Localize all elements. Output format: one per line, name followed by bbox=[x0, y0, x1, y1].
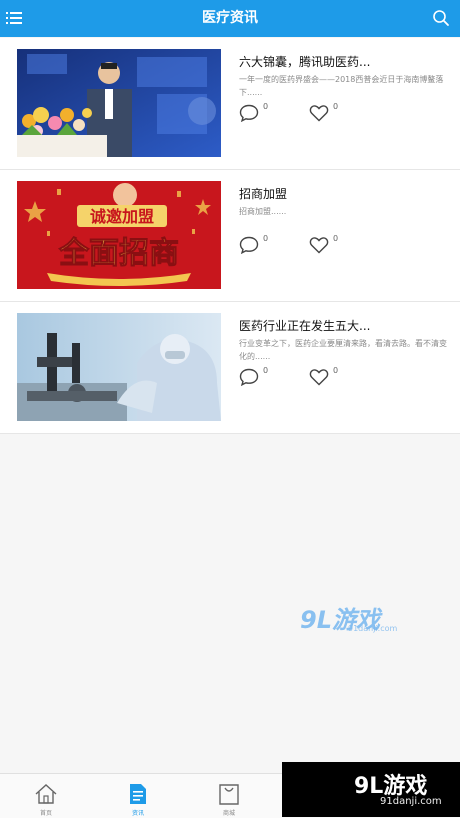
article-item[interactable]: 医药行业正在发生五大... 行业变革之下，医药企业要厘清来路，看清去路。看不清变… bbox=[0, 302, 460, 434]
banner-top-text: 诚邀加盟 bbox=[90, 207, 154, 226]
article-summary: 招商加盟...... bbox=[239, 207, 287, 216]
tab-home[interactable]: 首页 bbox=[21, 780, 71, 818]
heart-icon bbox=[309, 369, 329, 386]
heart-icon bbox=[309, 237, 329, 254]
banner-main-text: 全面招商 bbox=[58, 236, 179, 271]
page-title: 医疗资讯 bbox=[202, 10, 258, 26]
home-icon bbox=[35, 784, 57, 804]
comment-count: 0 bbox=[263, 366, 269, 375]
comment-icon bbox=[239, 236, 259, 254]
document-icon bbox=[130, 784, 146, 804]
site-watermark-logo: 9L游戏 91danji.com bbox=[282, 762, 460, 817]
watermark: 9L游戏 91danji.com bbox=[300, 600, 400, 636]
comment-count: 0 bbox=[263, 234, 269, 243]
tab-news[interactable]: 资讯 bbox=[113, 780, 163, 818]
article-title[interactable]: 医药行业正在发生五大... bbox=[239, 317, 449, 334]
article-item[interactable]: 诚邀加盟 全面招商 招商加盟 招商加盟...... 0 0 bbox=[0, 170, 460, 302]
heart-icon bbox=[309, 105, 329, 122]
shopping-bag-icon bbox=[219, 784, 239, 805]
article-title[interactable]: 六大锦囊，腾讯助医药... bbox=[239, 53, 449, 70]
tab-label: 商城 bbox=[222, 810, 235, 817]
comment-count: 0 bbox=[263, 102, 269, 111]
top-bar: 医疗资讯 bbox=[0, 0, 460, 37]
watermark-url: 91danji.com bbox=[348, 624, 398, 633]
search-icon[interactable] bbox=[432, 9, 450, 27]
brand-url: 91danji.com bbox=[380, 796, 442, 807]
article-summary: 一年一度的医药界盛会——2018西普会近日于海南博鳌落下...... bbox=[239, 75, 444, 97]
tab-mall[interactable]: 商城 bbox=[204, 780, 254, 818]
like-count: 0 bbox=[333, 234, 339, 243]
article-thumbnail[interactable]: 诚邀加盟 全面招商 bbox=[17, 181, 221, 289]
comment-icon bbox=[239, 368, 259, 386]
article-thumbnail[interactable] bbox=[17, 49, 221, 157]
like-count: 0 bbox=[333, 102, 339, 111]
article-item[interactable]: 六大锦囊，腾讯助医药... 一年一度的医药界盛会——2018西普会近日于海南博鳌… bbox=[0, 38, 460, 170]
article-title[interactable]: 招商加盟 bbox=[239, 185, 449, 202]
tab-label: 资讯 bbox=[131, 810, 144, 817]
article-thumbnail[interactable] bbox=[17, 313, 221, 421]
article-summary: 行业变革之下，医药企业要厘清来路，看清去路。看不清变化的...... bbox=[239, 339, 447, 361]
like-count: 0 bbox=[333, 366, 339, 375]
tab-label: 首页 bbox=[39, 810, 52, 817]
article-list: 六大锦囊，腾讯助医药... 一年一度的医药界盛会——2018西普会近日于海南博鳌… bbox=[0, 38, 460, 434]
comment-icon bbox=[239, 104, 259, 122]
